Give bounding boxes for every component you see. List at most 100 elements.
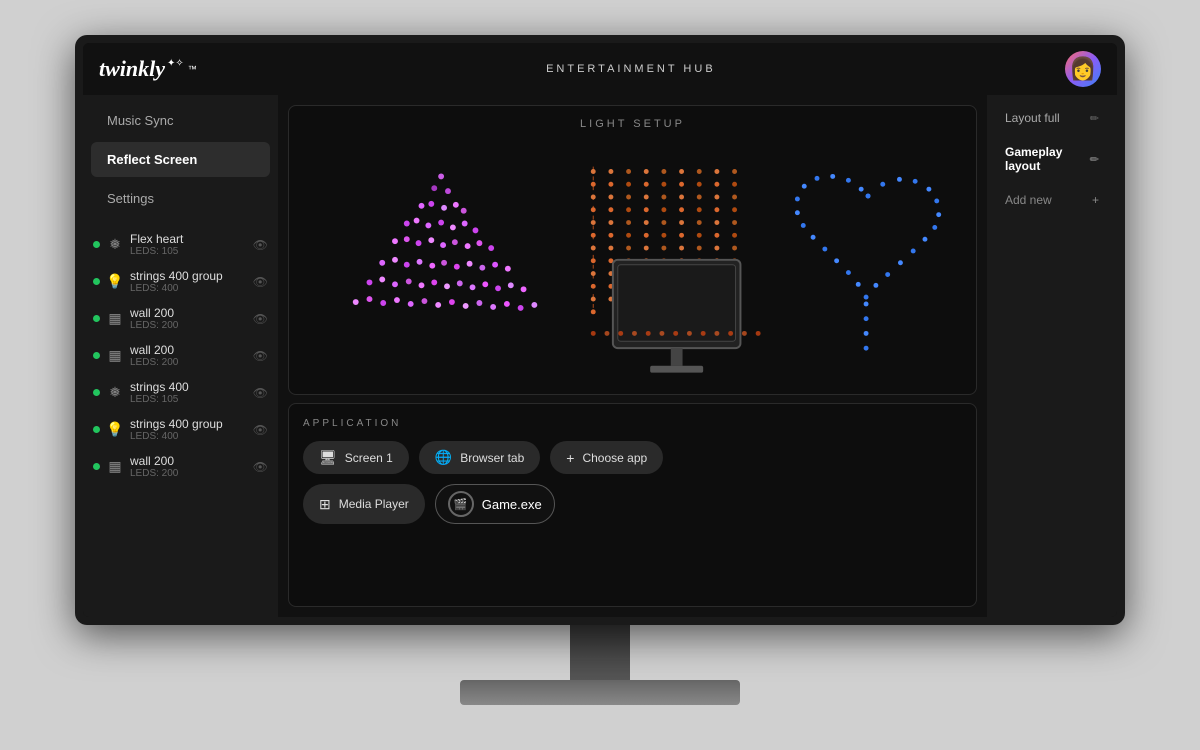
eye-icon[interactable]: 👁 (253, 460, 268, 474)
online-indicator (93, 315, 100, 322)
device-info: wall 200 LEDS: 200 (130, 343, 247, 368)
online-indicator (93, 426, 100, 433)
screen1-button[interactable]: 🖥 Screen 1 (303, 441, 409, 474)
browser-icon: 🌐 (435, 449, 452, 466)
device-leds: LEDS: 105 (130, 394, 247, 405)
device-name: wall 200 (130, 306, 247, 320)
app-buttons-row1: 🖥 Screen 1 🌐 Browser tab + Choose app (303, 441, 962, 474)
heart-lights (795, 174, 941, 351)
screen1-label: Screen 1 (345, 451, 393, 465)
device-icon: 💡 (106, 273, 124, 290)
monitor-icon (613, 260, 741, 373)
device-info: wall 200 LEDS: 200 (130, 454, 247, 479)
avatar[interactable]: 👩 (1065, 51, 1101, 87)
device-info: wall 200 LEDS: 200 (130, 306, 247, 331)
app-container: twinkly ✦✧ ™ ENTERTAINMENT HUB 👩 Music S… (83, 43, 1117, 617)
layout-full-label: Layout full (1005, 111, 1060, 125)
list-item[interactable]: ❅ Flex heart LEDS: 105 👁 (83, 226, 278, 263)
device-name: Flex heart (130, 232, 247, 246)
device-icon: ❅ (106, 236, 124, 253)
eye-icon[interactable]: 👁 (253, 423, 268, 437)
monitor-stand (460, 625, 740, 705)
center-panel: LIGHT SETUP (278, 95, 987, 617)
gameplay-layout-item[interactable]: Gameplay layout ✏ (995, 137, 1109, 181)
device-info: strings 400 LEDS: 105 (130, 380, 247, 405)
device-leds: LEDS: 400 (130, 431, 247, 442)
device-icon: ▦ (106, 458, 124, 475)
browser-tab-button[interactable]: 🌐 Browser tab (419, 441, 540, 474)
choose-app-label: Choose app (582, 451, 647, 465)
nav-settings[interactable]: Settings (91, 181, 270, 216)
device-icon: ❅ (106, 384, 124, 401)
add-layout-button[interactable]: Add new + (995, 185, 1109, 215)
edit-icon[interactable]: ✏ (1090, 153, 1099, 166)
application-title: APPLICATION (303, 418, 962, 429)
eye-icon[interactable]: 👁 (253, 238, 268, 252)
list-item[interactable]: 💡 strings 400 group LEDS: 400 👁 (83, 411, 278, 448)
light-setup-panel: LIGHT SETUP (288, 105, 977, 395)
eye-icon[interactable]: 👁 (253, 386, 268, 400)
list-item[interactable]: 💡 strings 400 group LEDS: 400 👁 (83, 263, 278, 300)
device-leds: LEDS: 105 (130, 246, 247, 257)
device-name: strings 400 group (130, 269, 247, 283)
media-player-button[interactable]: ⊞ Media Player (303, 484, 425, 524)
device-leds: LEDS: 400 (130, 283, 247, 294)
app-buttons-row2: ⊞ Media Player 🎬 Game.exe (303, 484, 962, 524)
devices-list: ❅ Flex heart LEDS: 105 👁 💡 (83, 226, 278, 611)
light-setup-svg (289, 106, 976, 394)
layout-panel: Layout full ✏ Gameplay layout ✏ Add new … (987, 95, 1117, 617)
eye-icon[interactable]: 👁 (253, 275, 268, 289)
screen-icon: 🖥 (319, 449, 337, 466)
device-name: wall 200 (130, 454, 247, 468)
stand-base (460, 680, 740, 705)
device-leds: LEDS: 200 (130, 468, 247, 479)
add-icon: + (1092, 193, 1099, 207)
device-info: strings 400 group LEDS: 400 (130, 417, 247, 442)
device-name: wall 200 (130, 343, 247, 357)
online-indicator (93, 278, 100, 285)
logo-area: twinkly ✦✧ ™ (99, 56, 197, 82)
device-name: strings 400 (130, 380, 247, 394)
online-indicator (93, 241, 100, 248)
device-leds: LEDS: 200 (130, 320, 247, 331)
layout-full-item[interactable]: Layout full ✏ (995, 103, 1109, 133)
device-info: strings 400 group LEDS: 400 (130, 269, 247, 294)
stand-neck (570, 625, 630, 680)
gameplay-layout-label: Gameplay layout (1005, 145, 1090, 173)
game-exe-button[interactable]: 🎬 Game.exe (435, 484, 555, 524)
plus-icon: + (566, 450, 574, 466)
logo-stars: ✦✧ (167, 58, 184, 69)
nav-reflect-screen[interactable]: Reflect Screen (91, 142, 270, 177)
list-item[interactable]: ▦ wall 200 LEDS: 200 👁 (83, 300, 278, 337)
monitor-bezel: twinkly ✦✧ ™ ENTERTAINMENT HUB 👩 Music S… (75, 35, 1125, 625)
device-info: Flex heart LEDS: 105 (130, 232, 247, 257)
header-title: ENTERTAINMENT HUB (546, 63, 716, 75)
monitor-screen: twinkly ✦✧ ™ ENTERTAINMENT HUB 👩 Music S… (83, 43, 1117, 617)
christmas-tree (353, 173, 538, 310)
edit-icon[interactable]: ✏ (1090, 112, 1099, 125)
list-item[interactable]: ▦ wall 200 LEDS: 200 👁 (83, 448, 278, 485)
game-dot-icon: 🎬 (448, 491, 474, 517)
device-leds: LEDS: 200 (130, 357, 247, 368)
eye-icon[interactable]: 👁 (253, 312, 268, 326)
list-item[interactable]: ▦ wall 200 LEDS: 200 👁 (83, 337, 278, 374)
add-layout-label: Add new (1005, 193, 1052, 207)
header: twinkly ✦✧ ™ ENTERTAINMENT HUB 👩 (83, 43, 1117, 95)
eye-icon[interactable]: 👁 (253, 349, 268, 363)
browser-label: Browser tab (460, 451, 524, 465)
monitor: twinkly ✦✧ ™ ENTERTAINMENT HUB 👩 Music S… (75, 35, 1125, 715)
main-content: Music Sync Reflect Screen Settings ❅ Fle… (83, 95, 1117, 617)
device-icon: 💡 (106, 421, 124, 438)
list-item[interactable]: ❅ strings 400 LEDS: 105 👁 (83, 374, 278, 411)
application-panel: APPLICATION 🖥 Screen 1 🌐 Browser tab (288, 403, 977, 607)
logo: twinkly (99, 56, 165, 82)
media-player-label: Media Player (339, 497, 409, 511)
media-icon: ⊞ (319, 496, 331, 513)
sidebar: Music Sync Reflect Screen Settings ❅ Fle… (83, 95, 278, 617)
online-indicator (93, 463, 100, 470)
choose-app-button[interactable]: + Choose app (550, 441, 663, 474)
device-icon: ▦ (106, 310, 124, 327)
nav-music-sync[interactable]: Music Sync (91, 103, 270, 138)
online-indicator (93, 352, 100, 359)
device-icon: ▦ (106, 347, 124, 364)
